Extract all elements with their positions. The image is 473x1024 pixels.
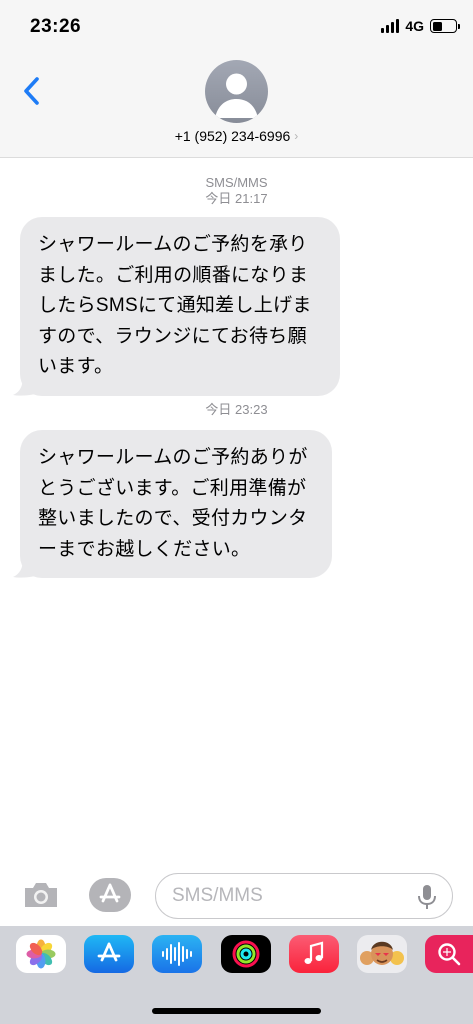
- audio-messages-app-button[interactable]: [152, 935, 202, 973]
- music-note-icon: [304, 941, 324, 964]
- photos-app-button[interactable]: [16, 935, 66, 973]
- memoji-icon: [360, 941, 404, 965]
- bubble-tail: [13, 375, 35, 396]
- chevron-right-icon: ›: [294, 129, 299, 143]
- contact-number: +1 (952) 234-6996: [174, 128, 291, 144]
- camera-button[interactable]: [22, 880, 60, 910]
- imessage-app-drawer: [0, 926, 473, 1024]
- magnifier-icon: [438, 943, 461, 966]
- status-indicators: 4G: [381, 18, 460, 34]
- chevron-left-icon: [24, 77, 39, 105]
- message-line: シャワールームのご予約を承り: [38, 234, 308, 255]
- home-indicator[interactable]: [152, 1008, 321, 1014]
- message-line: すので、ラウンジにてお待ち願: [38, 325, 307, 347]
- service-label: SMS/MMS: [205, 175, 268, 190]
- network-type: 4G: [405, 18, 424, 34]
- contact-avatar[interactable]: [205, 60, 268, 123]
- photos-icon: [26, 939, 56, 969]
- person-icon: [215, 73, 258, 118]
- message-line: ました。ご利用の順番になりま: [38, 264, 309, 286]
- battery-icon: [430, 19, 460, 33]
- app-store-icon: [97, 942, 121, 962]
- activity-rings-icon: [232, 940, 260, 968]
- message-timestamp: 今日 21:17: [205, 191, 268, 206]
- app-store-icon: [89, 878, 131, 912]
- compose-bar: [0, 860, 473, 930]
- activity-app-button[interactable]: [221, 935, 271, 973]
- message-line: とうございます。ご利用準備が: [38, 477, 307, 499]
- contact-details-button[interactable]: +1 (952) 234-6996 ›: [0, 128, 473, 144]
- app-store-app-button[interactable]: [84, 935, 134, 973]
- header-bar: 23:26 4G +1 (952) 234-6996 ›: [0, 0, 473, 158]
- search-images-app-button[interactable]: [425, 935, 473, 973]
- message-line: います。: [38, 356, 114, 377]
- message-timestamp: 今日 23:23: [205, 402, 268, 417]
- message-line: ーまでお越しください。: [38, 538, 251, 560]
- back-button[interactable]: [18, 74, 44, 108]
- message-input[interactable]: [155, 873, 453, 919]
- microphone-icon: [418, 885, 436, 909]
- message-bubble-incoming[interactable]: シャワールームのご予約を承り ました。ご利用の順番になりま したらSMSにて通知…: [13, 217, 340, 396]
- message-line: 整いましたので、受付カウンタ: [38, 508, 308, 529]
- camera-icon: [25, 883, 57, 907]
- apps-button[interactable]: [88, 877, 132, 913]
- waveform-icon: [162, 942, 192, 966]
- music-app-button[interactable]: [289, 935, 339, 973]
- message-bubble-incoming[interactable]: シャワールームのご予約ありが とうございます。ご利用準備が 整いましたので、受付…: [13, 430, 332, 578]
- bubble-tail: [13, 558, 35, 578]
- status-time: 23:26: [30, 16, 82, 37]
- dictation-button[interactable]: [416, 884, 438, 910]
- memoji-app-button[interactable]: [357, 935, 407, 973]
- signal-icon: [381, 19, 400, 33]
- message-line: シャワールームのご予約ありが: [38, 447, 308, 468]
- message-line: したらSMSにて通知差し上げま: [38, 295, 312, 316]
